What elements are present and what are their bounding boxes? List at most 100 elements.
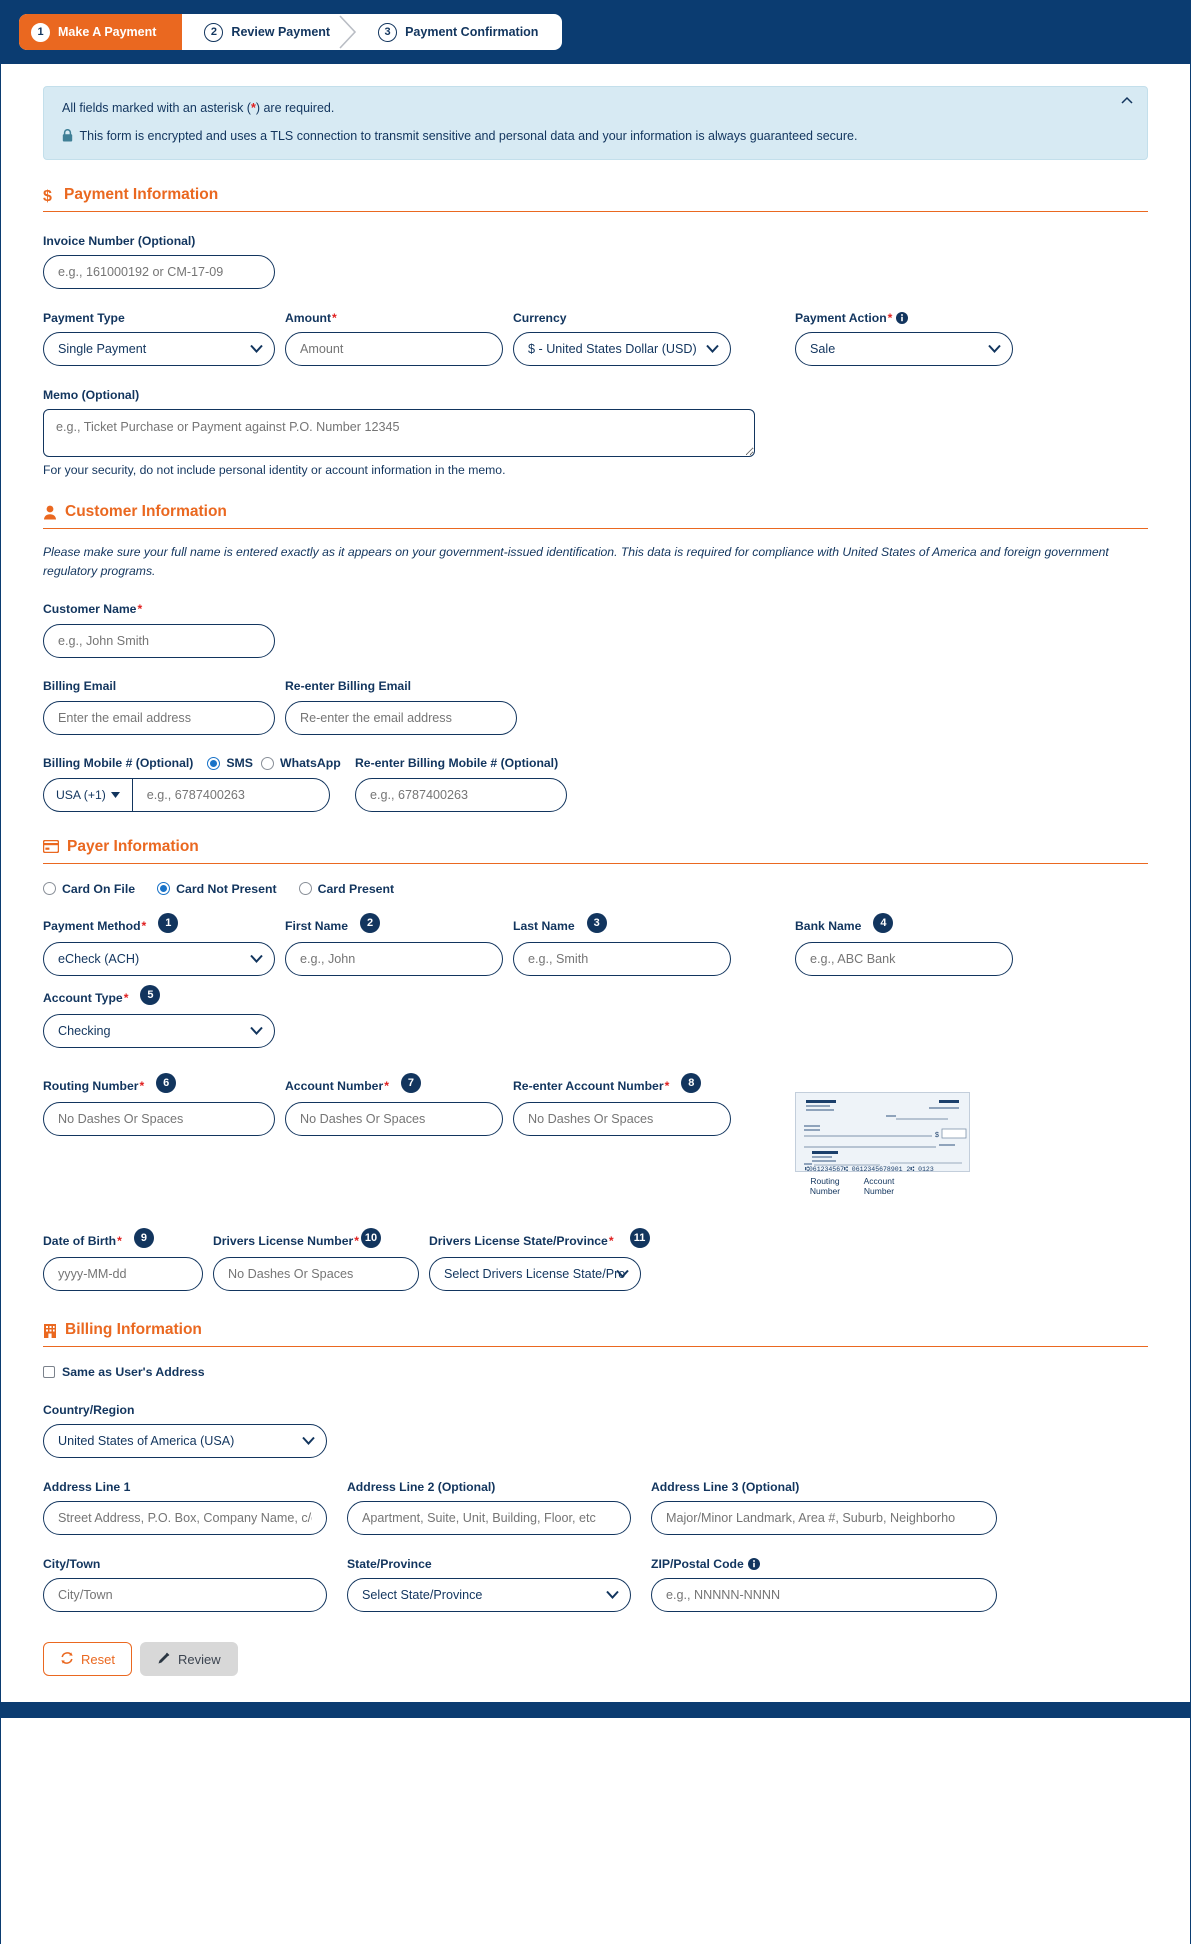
zip-postal-code-label: ZIP/Postal Code xyxy=(651,1555,997,1572)
required-asterisk: * xyxy=(141,918,147,933)
zip-postal-code-input[interactable] xyxy=(651,1578,997,1613)
memo-textarea[interactable] xyxy=(43,409,755,457)
radio-dot-icon xyxy=(207,756,221,770)
account-number-caption: Account Number xyxy=(863,1175,895,1197)
required-asterisk: * xyxy=(354,1234,359,1249)
sms-radio[interactable]: SMS xyxy=(207,756,253,770)
drivers-license-number-label-text: Drivers License Number xyxy=(213,1234,354,1249)
drivers-license-state-select[interactable]: Select Drivers License State/Pro xyxy=(429,1257,641,1292)
payment-method-select[interactable]: eCheck (ACH) xyxy=(43,941,275,976)
info-icon[interactable] xyxy=(896,311,909,324)
same-as-user-address-row[interactable]: Same as User's Address xyxy=(43,1365,1148,1379)
billing-email-row: Billing Email Re-enter Billing Email xyxy=(43,678,1148,735)
country-region-select[interactable]: United States of America (USA) xyxy=(43,1424,327,1459)
whatsapp-radio[interactable]: WhatsApp xyxy=(260,756,341,770)
payment-details-row: Payment Type Single Payment Amount* Curr… xyxy=(43,309,1148,366)
step-make-a-payment[interactable]: 1 Make A Payment xyxy=(19,14,184,50)
billing-mobile-label-text: Billing Mobile # (Optional) xyxy=(43,756,194,771)
card-on-file-radio[interactable]: Card On File xyxy=(43,882,135,896)
drivers-license-number-field: Drivers License Number * 10 xyxy=(213,1228,419,1292)
invoice-number-input[interactable] xyxy=(43,255,275,289)
step-payment-confirmation[interactable]: 3 Payment Confirmation xyxy=(356,14,553,50)
payment-action-label: Payment Action * xyxy=(795,309,1013,326)
card-present-radio[interactable]: Card Present xyxy=(298,882,394,896)
last-name-input[interactable] xyxy=(513,941,731,976)
pencil-icon xyxy=(157,1651,171,1668)
bank-account-row: Routing Number* 6 Account Number* 7 Re-e… xyxy=(43,1072,1148,1197)
billing-mobile-input[interactable] xyxy=(131,777,330,812)
card-presence-radio-group: Card On File Card Not Present Card Prese… xyxy=(43,882,1148,896)
reenter-billing-email-input[interactable] xyxy=(285,700,517,735)
drivers-license-state-field: Drivers License State/Province * 11 Selec… xyxy=(429,1228,650,1292)
amount-field: Amount * xyxy=(285,309,503,366)
card-not-present-radio[interactable]: Card Not Present xyxy=(157,882,277,896)
payer-information-section: Payer Information Card On File Card Not … xyxy=(43,837,1148,1292)
routing-number-input[interactable] xyxy=(43,1101,275,1136)
city-town-input[interactable] xyxy=(43,1578,327,1613)
payer-identity-row: Payment Method * 1 eCheck (ACH) First Nam… xyxy=(43,912,1148,976)
payment-action-field: Payment Action * Sale xyxy=(795,309,1013,366)
country-code-select[interactable]: USA (+1) xyxy=(43,777,132,812)
required-asterisk: * xyxy=(137,602,143,617)
first-name-input[interactable] xyxy=(285,941,503,976)
address-line-1-field: Address Line 1 xyxy=(43,1478,327,1536)
address-line-1-input[interactable] xyxy=(43,1501,327,1536)
reenter-account-number-label-text: Re-enter Account Number xyxy=(513,1078,664,1093)
step-number: 3 xyxy=(378,22,398,42)
amount-label-text: Amount xyxy=(285,310,332,325)
step-arrow-icon xyxy=(339,14,357,50)
required-note-pre: All fields marked with an asterisk ( xyxy=(62,101,251,115)
reenter-billing-mobile-input[interactable] xyxy=(355,777,567,812)
currency-select[interactable]: $ - United States Dollar (USD) xyxy=(513,332,731,366)
drivers-license-number-input[interactable] xyxy=(213,1257,419,1292)
address-line-2-input[interactable] xyxy=(347,1501,631,1536)
required-asterisk: * xyxy=(332,310,337,325)
step-badge-3: 3 xyxy=(586,912,607,933)
customer-name-input[interactable] xyxy=(43,623,275,658)
step-label: Payment Confirmation xyxy=(405,25,539,39)
address-line-3-label: Address Line 3 (Optional) xyxy=(651,1479,800,1494)
reset-button-label: Reset xyxy=(81,1651,115,1667)
building-icon xyxy=(43,1323,57,1338)
invoice-number-field: Invoice Number (Optional) xyxy=(43,232,275,289)
currency-label: Currency xyxy=(513,310,567,325)
address-line-3-field: Address Line 3 (Optional) xyxy=(651,1478,997,1536)
chevron-up-icon[interactable] xyxy=(1119,93,1137,111)
billing-mobile-input-group: USA (+1) xyxy=(43,777,345,812)
customer-name-label: Customer Name * xyxy=(43,601,275,618)
dollar-icon: $ xyxy=(43,187,56,204)
section-title: Billing Information xyxy=(65,1321,202,1339)
reset-button[interactable]: Reset xyxy=(43,1642,132,1677)
review-button[interactable]: Review xyxy=(139,1642,238,1677)
billing-email-field: Billing Email xyxy=(43,678,275,735)
check-captions: Routing Number Account Number xyxy=(795,1176,970,1197)
account-type-select[interactable]: Checking xyxy=(43,1013,275,1048)
city-town-field: City/Town xyxy=(43,1555,327,1613)
state-province-label: State/Province xyxy=(347,1556,432,1571)
payment-action-select[interactable]: Sale xyxy=(795,332,1013,366)
info-icon[interactable] xyxy=(747,1557,760,1570)
section-title: Payer Information xyxy=(67,837,199,855)
address-line-3-input[interactable] xyxy=(651,1501,997,1536)
date-of-birth-input[interactable] xyxy=(43,1257,203,1292)
state-province-select[interactable]: Select State/Province xyxy=(347,1578,631,1613)
footer-bar xyxy=(1,1702,1190,1719)
payment-type-select[interactable]: Single Payment xyxy=(43,332,275,366)
account-number-input[interactable] xyxy=(285,1101,503,1136)
required-asterisk: * xyxy=(608,1234,614,1249)
step-review-payment[interactable]: 2 Review Payment xyxy=(182,14,357,50)
invoice-row: Invoice Number (Optional) xyxy=(43,232,1148,289)
reenter-account-number-input[interactable] xyxy=(513,1101,731,1136)
step-badge-8: 8 xyxy=(681,1072,702,1093)
required-asterisk: * xyxy=(139,1078,145,1093)
billing-email-input[interactable] xyxy=(43,700,275,735)
step-badge-1: 1 xyxy=(158,912,179,933)
memo-label: Memo (Optional) xyxy=(43,387,140,402)
stepper-track: 1 Make A Payment 2 Review Payment 3 Paym… xyxy=(19,14,563,50)
required-asterisk: * xyxy=(123,990,129,1005)
required-note-post: ) are required. xyxy=(255,101,335,115)
bank-name-input[interactable] xyxy=(795,941,1013,976)
customer-name-field: Customer Name * xyxy=(43,601,275,658)
step-badge-2: 2 xyxy=(360,912,380,933)
amount-input[interactable] xyxy=(285,332,503,366)
